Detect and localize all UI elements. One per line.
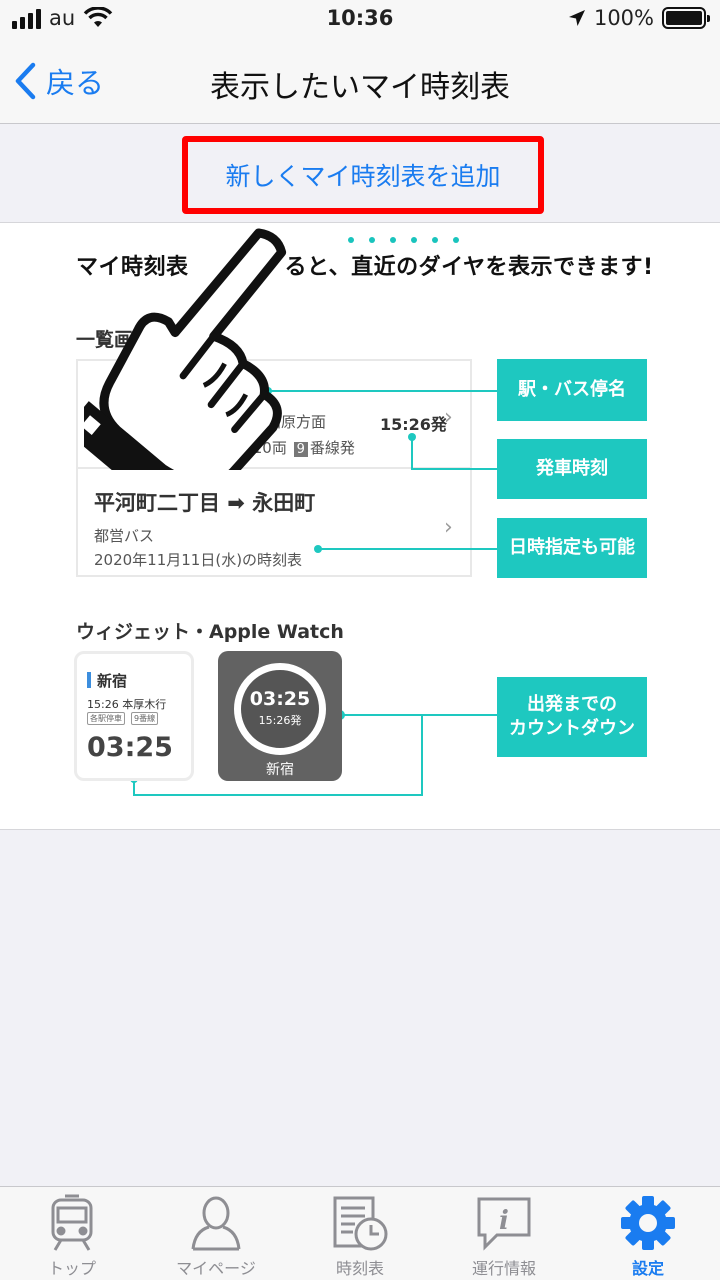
location-arrow-icon [568,10,585,26]
train-icon [42,1193,102,1253]
label-station: 駅・バス停名 [497,359,647,421]
status-right-group: 100% [568,6,710,30]
label-departure-time: 発車時刻 [497,439,647,499]
navigation-bar: 戻る 表示したいマイ時刻表 [0,40,720,124]
gear-icon [618,1193,678,1253]
watch-ring: 03:25 15:26発 [234,663,326,755]
battery-icon [662,7,710,29]
label-countdown-line2: カウントダウン [509,718,635,739]
watch-departure: 15:26発 [258,714,302,727]
tab-timetable-label: 時刻表 [335,1259,384,1278]
tab-service-info[interactable]: i 運行情報 [432,1187,576,1280]
apple-watch-sample: 03:25 15:26発 新宿 [218,651,342,781]
tab-mypage[interactable]: マイページ [144,1187,288,1280]
label-date-spec: 日時指定も可能 [497,518,647,578]
info-bubble-icon: i [474,1193,534,1253]
pointing-hand-icon [84,228,287,470]
tab-top-label: トップ [47,1259,96,1278]
widget-station: 新宿 [97,672,128,690]
tab-bar: トップ マイページ 時刻表 i 運行情報 設定 [0,1186,720,1280]
battery-percent: 100% [593,6,654,30]
svg-text:i: i [499,1206,509,1236]
tab-mypage-label: マイページ [176,1259,256,1278]
add-my-timetable-button[interactable]: 新しくマイ時刻表を追加 [182,136,544,214]
widget-line-bar [87,672,91,688]
tab-settings-label: 設定 [631,1259,664,1278]
watch-station: 新宿 [266,762,294,778]
widget-tag-local: 各駅停車 [87,712,125,725]
tab-top[interactable]: トップ [0,1187,144,1280]
person-icon [186,1193,246,1253]
status-bar: au 10:36 100% [0,0,720,40]
tab-settings[interactable]: 設定 [576,1187,720,1280]
widget-countdown: 03:25 [87,732,173,763]
tab-timetable[interactable]: 時刻表 [288,1187,432,1280]
widget-tag-platform: 9番線 [131,712,159,725]
page-title: 表示したいマイ時刻表 [210,70,510,105]
widget-section-label: ウィジェット・Apple Watch [76,621,344,643]
widget-time-dest: 15:26 本厚木行 [87,698,167,711]
label-countdown: 出発までの カウントダウン [497,677,647,757]
timetable-clock-icon [330,1193,390,1253]
label-countdown-line1: 出発までの [527,693,617,715]
watch-countdown: 03:25 [249,688,311,710]
tab-service-info-label: 運行情報 [471,1259,536,1278]
widget-sample: 新宿 15:26 本厚木行 各駅停車 9番線 03:25 [74,651,194,781]
